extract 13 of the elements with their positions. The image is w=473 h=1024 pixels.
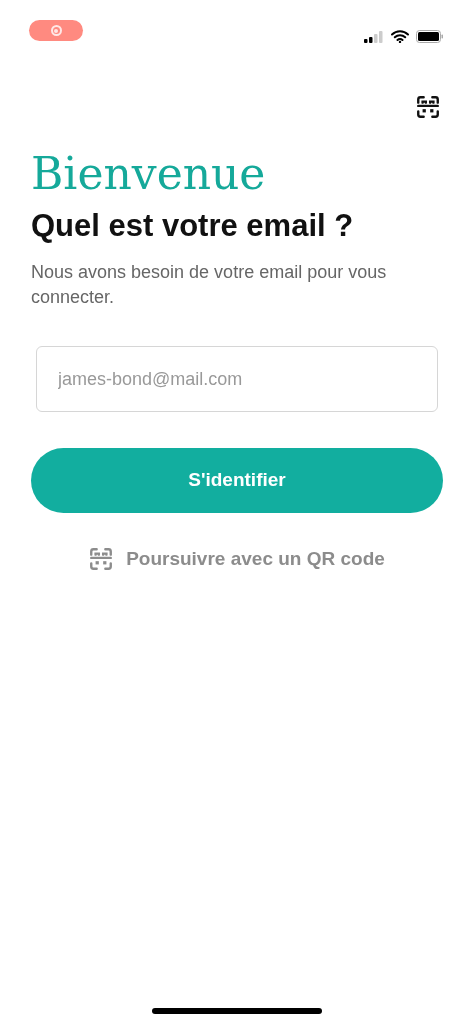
email-heading: Quel est votre email ? — [31, 207, 355, 245]
qr-scan-icon — [88, 546, 115, 573]
recording-indicator — [29, 20, 83, 41]
login-button[interactable]: S'identifier — [31, 448, 443, 513]
signal-icon — [364, 30, 384, 43]
welcome-title: Bienvenue — [31, 148, 267, 200]
email-field[interactable]: james-bond@mail.com — [36, 346, 438, 412]
battery-icon — [416, 30, 444, 43]
wifi-icon — [391, 30, 409, 43]
qr-code-link[interactable]: Poursuivre avec un QR code — [88, 545, 385, 574]
qr-scan-icon — [415, 94, 441, 120]
description-text: Nous avons besoin de votre email pour vous connecter. — [31, 261, 388, 309]
qr-scan-button[interactable] — [415, 94, 441, 120]
